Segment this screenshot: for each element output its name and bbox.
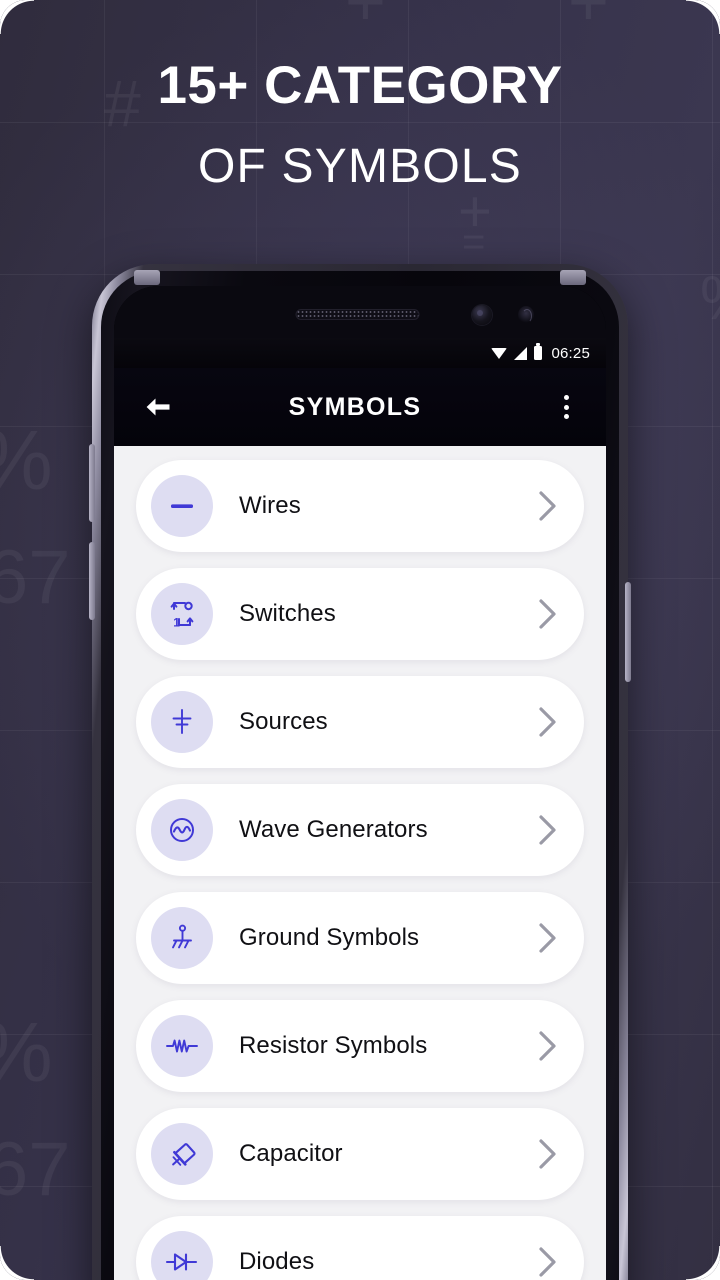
watermark-glyph: % xyxy=(0,1010,53,1094)
power-button[interactable] xyxy=(625,582,631,682)
resistor-zigzag-icon xyxy=(166,1039,198,1053)
icon-bubble xyxy=(151,799,213,861)
wifi-icon xyxy=(491,347,508,359)
watermark-glyph: = xyxy=(462,220,486,264)
list-item-label: Sources xyxy=(239,708,328,735)
watermark-glyph: % xyxy=(700,268,720,330)
watermark-glyph: % xyxy=(0,418,53,502)
phone-screen: 06:25 SYMBOLS Wires 1 Switches Sources W… xyxy=(114,286,606,1280)
chevron-right-icon xyxy=(538,814,558,846)
overflow-menu-icon[interactable] xyxy=(538,379,594,435)
watermark-glyph: + xyxy=(345,0,386,40)
chevron-right-icon xyxy=(538,1030,558,1062)
switch-toggle-icon: 1 xyxy=(170,601,194,629)
chevron-right-icon xyxy=(538,490,558,522)
list-item-label: Switches xyxy=(239,600,336,627)
status-bar-clock: 06:25 xyxy=(551,344,590,362)
icon-bubble xyxy=(151,475,213,537)
list-item[interactable]: Wires xyxy=(136,460,584,552)
icon-bubble xyxy=(151,1123,213,1185)
chevron-right-icon xyxy=(538,706,558,738)
phone-sensor-row xyxy=(114,286,606,346)
earth-ground-icon xyxy=(172,924,192,949)
list-item[interactable]: Sources xyxy=(136,676,584,768)
iris-sensor-icon xyxy=(518,306,534,324)
app-bar: SYMBOLS xyxy=(114,368,606,446)
antenna-nub-left xyxy=(134,270,160,285)
volume-up-button[interactable] xyxy=(89,444,95,522)
icon-bubble xyxy=(151,691,213,753)
list-item[interactable]: Resistor Symbols xyxy=(136,1000,584,1092)
menu-dot xyxy=(563,395,569,400)
watermark-glyph: 67 xyxy=(0,1127,71,1212)
arrow-left-icon xyxy=(146,398,170,416)
antenna-nub-right xyxy=(560,270,586,285)
cellular-signal-icon xyxy=(514,346,528,360)
status-bar: 06:25 xyxy=(114,338,606,368)
headline-line-2: OF SYMBOLS xyxy=(197,140,523,194)
volume-down-button[interactable] xyxy=(89,542,95,620)
list-item-label: Ground Symbols xyxy=(239,924,420,951)
watermark-glyph: 67 xyxy=(0,535,71,620)
promo-screenshot: + + # + = % 67 % 67 % 15+ CATEGORY OF SY… xyxy=(0,0,720,1280)
list-item[interactable]: Diodes xyxy=(136,1216,584,1280)
list-item[interactable]: Ground Symbols xyxy=(136,892,584,984)
category-list[interactable]: Wires 1 Switches Sources Wave Generators… xyxy=(114,446,606,1280)
list-item-label: Wave Generators xyxy=(239,816,428,843)
watermark-glyph: + xyxy=(568,0,609,40)
list-item[interactable]: Capacitor xyxy=(136,1108,584,1200)
menu-dot xyxy=(563,404,569,410)
diode-icon xyxy=(165,1253,198,1271)
svg-text:1: 1 xyxy=(173,615,180,629)
icon-bubble: 1 xyxy=(151,583,213,645)
page-title: SYMBOLS xyxy=(288,392,422,421)
list-item-label: Wires xyxy=(239,492,301,519)
chevron-right-icon xyxy=(538,1138,558,1170)
menu-dot xyxy=(563,414,569,419)
list-item[interactable]: Wave Generators xyxy=(136,784,584,876)
voltage-source-icon xyxy=(172,709,192,734)
list-item-label: Capacitor xyxy=(239,1140,343,1167)
earpiece-speaker-icon xyxy=(295,309,420,320)
chevron-right-icon xyxy=(538,922,558,954)
list-item[interactable]: 1 Switches xyxy=(136,568,584,660)
capacitor-icon xyxy=(172,1143,196,1166)
wire-line-icon xyxy=(171,504,193,508)
sine-wave-source-icon xyxy=(170,818,194,842)
promo-headline: 15+ CATEGORY OF SYMBOLS xyxy=(0,56,720,194)
front-camera-icon xyxy=(472,305,492,325)
chevron-right-icon xyxy=(538,598,558,630)
icon-bubble xyxy=(151,1231,213,1280)
list-item-label: Diodes xyxy=(239,1248,315,1275)
headline-line-1: 15+ CATEGORY xyxy=(157,56,563,115)
phone-mockup: 06:25 SYMBOLS Wires 1 Switches Sources W… xyxy=(89,264,631,1280)
icon-bubble xyxy=(151,1015,213,1077)
list-item-label: Resistor Symbols xyxy=(239,1032,428,1059)
icon-bubble xyxy=(151,907,213,969)
battery-icon xyxy=(534,343,543,360)
chevron-right-icon xyxy=(538,1246,558,1278)
